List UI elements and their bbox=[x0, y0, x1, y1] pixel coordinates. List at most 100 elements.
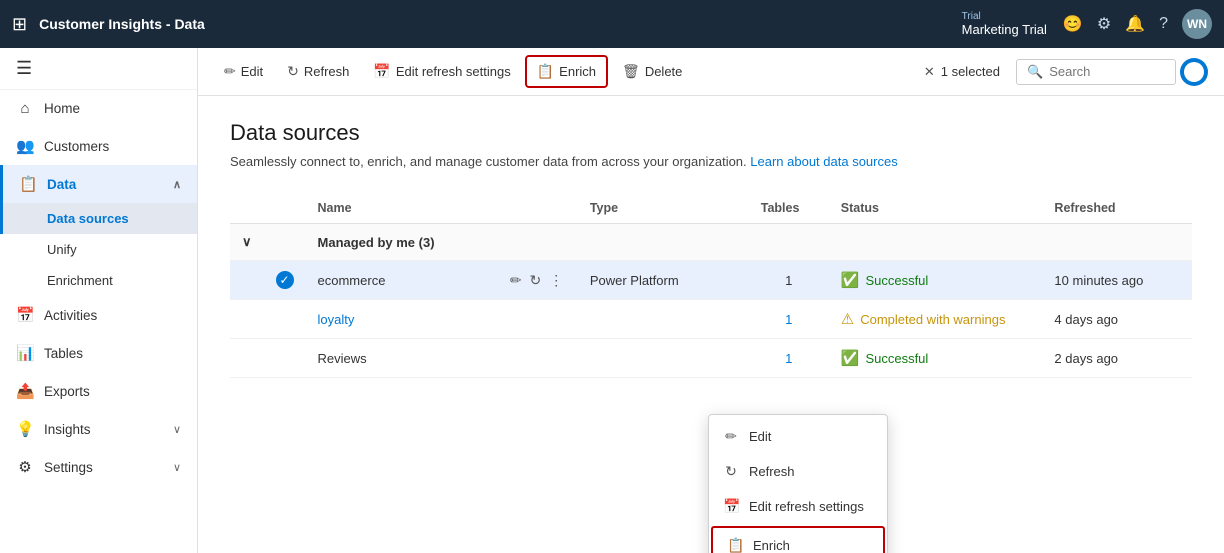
sidebar-label-insights: Insights bbox=[44, 422, 91, 437]
delete-button[interactable]: 🗑 Delete bbox=[612, 57, 692, 86]
edit-refresh-label: Edit refresh settings bbox=[396, 64, 511, 79]
delete-label: Delete bbox=[645, 64, 683, 79]
row-type-loyalty bbox=[578, 300, 749, 339]
refresh-label: Refresh bbox=[304, 64, 350, 79]
table-header: Name Type Tables Status Ref bbox=[230, 193, 1192, 224]
row-tables-ecommerce: 1 bbox=[749, 261, 829, 300]
table-body: ∨ Managed by me (3) ✓ ecommerce bbox=[230, 224, 1192, 378]
search-icon: 🔍 bbox=[1027, 64, 1043, 80]
table-row[interactable]: ✓ ecommerce ✏ ↻ ⋮ bbox=[230, 261, 1192, 300]
topbar-icons: 😊 ⚙ 🔔 ? WN bbox=[1063, 9, 1212, 39]
exports-icon: 📤 bbox=[16, 382, 34, 400]
help-icon[interactable]: ? bbox=[1159, 15, 1168, 33]
col-expand bbox=[230, 193, 264, 224]
trial-badge: Trial Marketing Trial bbox=[962, 11, 1047, 37]
context-menu-item-edit-refresh[interactable]: 📅 Edit refresh settings bbox=[709, 489, 887, 524]
grid-icon[interactable]: ⊞ bbox=[12, 14, 27, 35]
row-tables-loyalty: 1 bbox=[749, 300, 829, 339]
avatar[interactable]: WN bbox=[1182, 9, 1212, 39]
page-desc-text: Seamlessly connect to, enrich, and manag… bbox=[230, 154, 747, 169]
app-title: Customer Insights - Data bbox=[39, 16, 954, 32]
row-expand-loyalty bbox=[230, 300, 264, 339]
edit-icon: ✏ bbox=[224, 63, 236, 80]
sidebar-label-activities: Activities bbox=[44, 308, 97, 323]
sidebar-label-exports: Exports bbox=[44, 384, 90, 399]
status-success-badge: ✅ Successful bbox=[841, 271, 1031, 289]
enrich-button[interactable]: 📋 Enrich bbox=[525, 55, 608, 88]
ctx-refresh-label: Refresh bbox=[749, 464, 795, 479]
ctx-enrich-label: Enrich bbox=[753, 538, 790, 553]
row-checkbox-reviews[interactable] bbox=[264, 339, 306, 378]
sidebar-item-customers[interactable]: 👥 Customers bbox=[0, 127, 197, 165]
edit-button[interactable]: ✏ Edit bbox=[214, 57, 273, 86]
settings-icon[interactable]: ⚙ bbox=[1097, 14, 1111, 34]
learn-link[interactable]: Learn about data sources bbox=[750, 154, 897, 169]
deselect-icon[interactable]: ✕ bbox=[924, 64, 935, 80]
edit-refresh-button[interactable]: 📅 Edit refresh settings bbox=[363, 57, 520, 86]
enrich-label: Enrich bbox=[559, 64, 596, 79]
sidebar-sub-item-enrichment[interactable]: Enrichment bbox=[0, 265, 197, 296]
refresh-button[interactable]: ↻ Refresh bbox=[277, 57, 359, 86]
context-menu-item-enrich[interactable]: 📋 Enrich bbox=[711, 526, 885, 553]
sidebar-item-settings[interactable]: ⚙ Settings ∨ bbox=[0, 448, 197, 486]
context-menu-item-refresh[interactable]: ↻ Refresh bbox=[709, 454, 887, 489]
sidebar-item-tables[interactable]: 📊 Tables bbox=[0, 334, 197, 372]
trial-label: Trial bbox=[962, 11, 981, 22]
col-name: Name bbox=[306, 193, 498, 224]
page-title: Data sources bbox=[230, 120, 1192, 146]
row-actions-ecommerce: ✏ ↻ ⋮ bbox=[498, 261, 578, 300]
table-row[interactable]: Reviews 1 ✅ Successful bbox=[230, 339, 1192, 378]
row-status-ecommerce: ✅ Successful bbox=[829, 261, 1043, 300]
context-menu-item-edit[interactable]: ✏ Edit bbox=[709, 419, 887, 454]
group-checkbox-cell bbox=[264, 224, 306, 261]
enrich-icon: 📋 bbox=[537, 63, 554, 80]
row-refresh-icon[interactable]: ↻ bbox=[530, 272, 542, 289]
sidebar-item-home[interactable]: ⌂ Home bbox=[0, 90, 197, 127]
search-input[interactable] bbox=[1049, 64, 1165, 79]
row-expand-ecommerce bbox=[230, 261, 264, 300]
selected-count: 1 selected bbox=[941, 64, 1000, 79]
row-actions-loyalty bbox=[498, 300, 578, 339]
sidebar-item-activities[interactable]: 📅 Activities bbox=[0, 296, 197, 334]
row-edit-icon[interactable]: ✏ bbox=[510, 272, 522, 289]
settings-chevron-icon: ∨ bbox=[173, 461, 181, 474]
sidebar-sub-label-unify: Unify bbox=[47, 242, 77, 257]
row-more-icon[interactable]: ⋮ bbox=[549, 272, 563, 289]
table-row[interactable]: loyalty 1 ⚠ Completed with warnings bbox=[230, 300, 1192, 339]
col-checkbox bbox=[264, 193, 306, 224]
activities-icon: 📅 bbox=[16, 306, 34, 324]
row-status-loyalty: ⚠ Completed with warnings bbox=[829, 300, 1043, 339]
sidebar-item-data[interactable]: 📋 Data ∧ bbox=[0, 165, 197, 203]
row-name-ecommerce: ecommerce bbox=[306, 261, 498, 300]
sidebar-hamburger[interactable]: ☰ bbox=[0, 48, 197, 90]
data-chevron-icon: ∧ bbox=[173, 178, 181, 191]
delete-icon: 🗑 bbox=[622, 63, 640, 80]
toolbar: ✏ Edit ↻ Refresh 📅 Edit refresh settings… bbox=[198, 48, 1224, 96]
warning-icon: ⚠ bbox=[841, 310, 854, 328]
ctx-edit-refresh-label: Edit refresh settings bbox=[749, 499, 864, 514]
row-refreshed-reviews: 2 days ago bbox=[1042, 339, 1192, 378]
sidebar-sub-item-unify[interactable]: Unify bbox=[0, 234, 197, 265]
bell-icon[interactable]: 🔔 bbox=[1125, 14, 1145, 34]
sidebar-sub-item-data-sources[interactable]: Data sources bbox=[0, 203, 197, 234]
ci-brand-icon bbox=[1180, 58, 1208, 86]
sidebar-item-insights[interactable]: 💡 Insights ∨ bbox=[0, 410, 197, 448]
sidebar-item-exports[interactable]: 📤 Exports bbox=[0, 372, 197, 410]
sidebar: ☰ ⌂ Home 👥 Customers 📋 Data ∧ Data sourc… bbox=[0, 48, 198, 553]
insights-chevron-icon: ∨ bbox=[173, 423, 181, 436]
ctx-enrich-icon: 📋 bbox=[727, 537, 743, 553]
checkbox-checked-icon: ✓ bbox=[276, 271, 294, 289]
customers-icon: 👥 bbox=[16, 137, 34, 155]
col-tables: Tables bbox=[749, 193, 829, 224]
row-action-icons: ✏ ↻ ⋮ bbox=[510, 272, 566, 289]
notifications-icon[interactable]: 😊 bbox=[1063, 14, 1083, 34]
row-checkbox-ecommerce[interactable]: ✓ bbox=[264, 261, 306, 300]
row-checkbox-loyalty[interactable] bbox=[264, 300, 306, 339]
row-actions-reviews bbox=[498, 339, 578, 378]
row-status-reviews: ✅ Successful bbox=[829, 339, 1043, 378]
topbar: ⊞ Customer Insights - Data Trial Marketi… bbox=[0, 0, 1224, 48]
row-name-reviews: Reviews bbox=[306, 339, 498, 378]
group-chevron[interactable]: ∨ bbox=[230, 224, 264, 261]
row-expand-reviews bbox=[230, 339, 264, 378]
search-box[interactable]: 🔍 bbox=[1016, 59, 1176, 85]
